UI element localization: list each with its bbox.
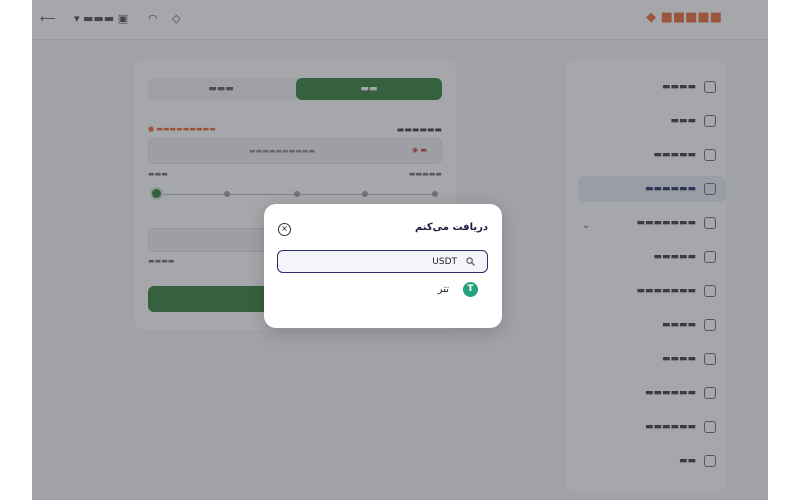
coin-name: تتر bbox=[437, 284, 449, 295]
search-box[interactable] bbox=[277, 250, 488, 273]
result-item-usdt[interactable]: تتر T bbox=[438, 282, 478, 297]
modal-title: دریافت می‌کنم bbox=[414, 222, 488, 233]
tether-icon: T bbox=[463, 282, 478, 297]
search-input[interactable] bbox=[287, 255, 457, 268]
search-icon bbox=[466, 257, 475, 266]
close-icon: × bbox=[281, 224, 288, 233]
close-button[interactable]: × bbox=[278, 223, 291, 236]
receive-currency-modal: دریافت می‌کنم × تتر T bbox=[264, 204, 502, 328]
